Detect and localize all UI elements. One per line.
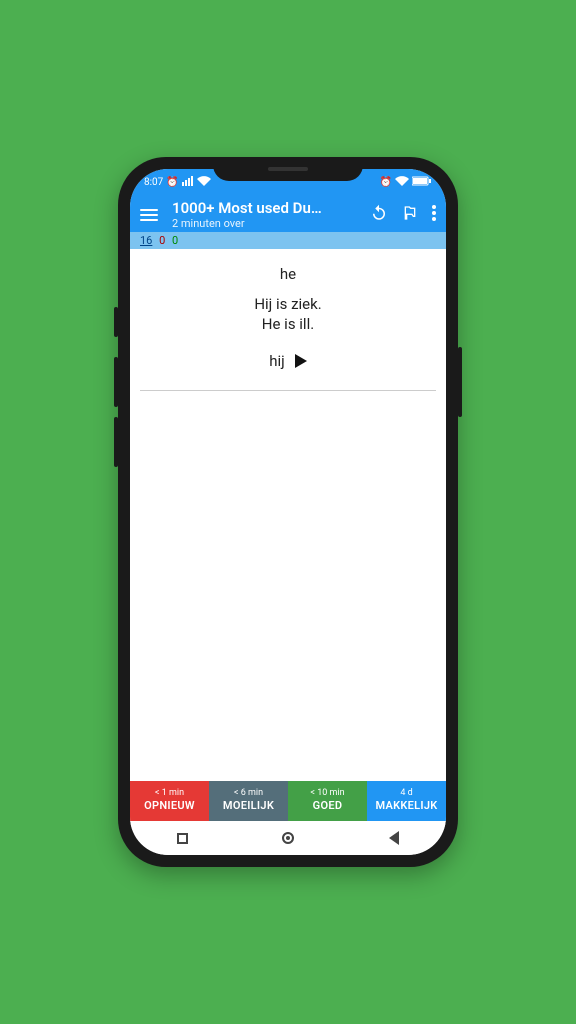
- easy-label: MAKKELIJK: [367, 799, 446, 812]
- hard-time: < 6 min: [209, 788, 288, 799]
- flag-icon[interactable]: [402, 205, 418, 225]
- play-icon[interactable]: [295, 354, 307, 368]
- hard-button[interactable]: < 6 min MOEILIJK: [209, 781, 288, 821]
- answer-word: hij: [269, 352, 285, 370]
- hard-label: MOEILIJK: [209, 799, 288, 812]
- power-button: [458, 347, 462, 417]
- signal-icon: [182, 176, 194, 189]
- home-button[interactable]: [282, 832, 294, 844]
- learn-count: 0: [159, 234, 165, 247]
- back-button[interactable]: [389, 831, 399, 845]
- review-count: 0: [172, 234, 178, 247]
- deck-title: 1000+ Most used Du…: [172, 199, 356, 217]
- recent-apps-button[interactable]: [177, 833, 188, 844]
- volume-button: [114, 307, 118, 337]
- prompt-word: he: [140, 265, 436, 283]
- undo-icon[interactable]: [370, 204, 388, 226]
- again-label: OPNIEUW: [130, 799, 209, 812]
- alarm-icon: ⏰: [166, 177, 178, 188]
- easy-time: 4 d: [367, 788, 446, 799]
- new-count: 16: [140, 234, 152, 247]
- easy-button[interactable]: 4 d MAKKELIJK: [367, 781, 446, 821]
- screen: 8:07 ⏰ ⏰: [130, 169, 446, 855]
- example-sentence-en: He is ill.: [140, 315, 436, 335]
- time-remaining: 2 minuten over: [172, 217, 356, 230]
- volume-button: [114, 357, 118, 407]
- wifi-icon: [197, 176, 211, 189]
- menu-icon[interactable]: [140, 209, 158, 221]
- volume-button: [114, 417, 118, 467]
- android-nav-bar: [130, 821, 446, 855]
- card-content[interactable]: he Hij is ziek. He is ill. hij: [130, 249, 446, 781]
- alarm-icon: ⏰: [380, 177, 392, 188]
- phone-frame: 8:07 ⏰ ⏰: [118, 157, 458, 867]
- again-time: < 1 min: [130, 788, 209, 799]
- answer-buttons: < 1 min OPNIEUW < 6 min MOEILIJK < 10 mi…: [130, 781, 446, 821]
- example-sentence-nl: Hij is ziek.: [140, 295, 436, 315]
- battery-icon: [412, 176, 432, 189]
- more-icon[interactable]: [432, 205, 436, 225]
- good-label: GOED: [288, 799, 367, 812]
- phone-notch: [213, 157, 363, 181]
- good-button[interactable]: < 10 min GOED: [288, 781, 367, 821]
- app-bar: 1000+ Most used Du… 2 minuten over: [130, 195, 446, 232]
- wifi-icon: [395, 176, 409, 189]
- status-time: 8:07: [144, 177, 163, 188]
- good-time: < 10 min: [288, 788, 367, 799]
- again-button[interactable]: < 1 min OPNIEUW: [130, 781, 209, 821]
- counts-bar: 16 0 0: [130, 232, 446, 249]
